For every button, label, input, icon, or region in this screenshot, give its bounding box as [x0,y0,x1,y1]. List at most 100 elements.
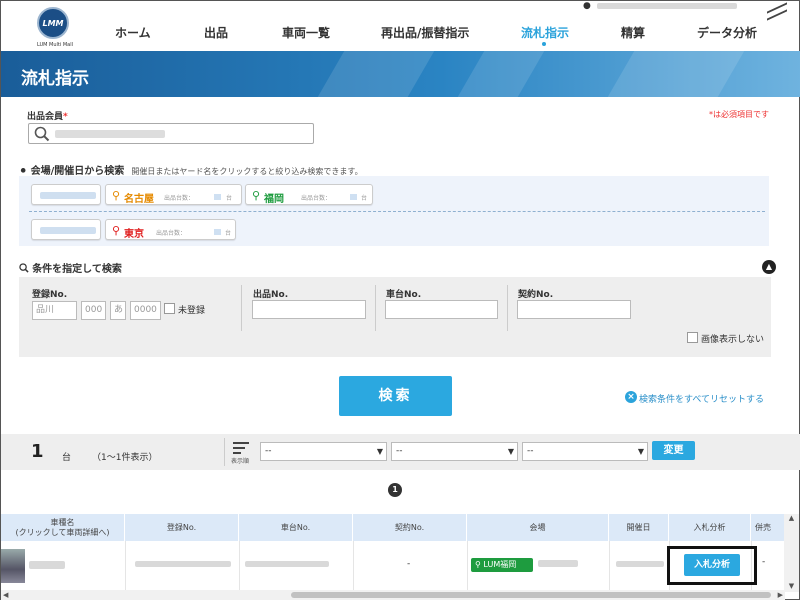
sort-select-3[interactable]: -- ▼ [522,442,648,461]
cell-divider [467,541,468,591]
bid-analysis-button[interactable]: 入札分析 [684,554,740,576]
search-icon [19,263,29,273]
nav-active-indicator [542,42,546,46]
location-pin-icon: ⚲ [475,560,481,569]
count-label: 出品台数： [301,195,332,202]
member-label-text: 出品会員 [27,112,64,122]
unit-label: 台 [226,195,233,202]
col-venue[interactable]: 会場 [467,514,609,541]
close-circle-icon[interactable]: × [625,391,637,403]
date-chip-2[interactable] [31,219,101,240]
venue-badge: ⚲ LUM福岡 [471,558,533,572]
chevron-down-icon: ▼ [637,447,644,456]
scroll-up-icon[interactable]: ▲ [784,514,799,522]
nav-vehicle-list[interactable]: 車両一覧 [282,24,330,42]
page-banner: 流札指示 [1,51,800,97]
required-mark: * [63,112,68,122]
divider [241,285,242,331]
vehicle-thumbnail[interactable] [1,549,25,583]
date-blurred [40,227,96,234]
venue-chip-fukuoka[interactable]: ⚲ 福岡 出品台数： 台 [245,184,373,205]
divider [224,438,225,466]
cell-divider [125,541,126,591]
sort-select-2[interactable]: -- ▼ [391,442,518,461]
nav-home[interactable]: ホーム [115,24,151,42]
date-blurred [616,561,664,567]
menu-icon[interactable] [767,2,787,23]
logo-mark: LMM [37,7,69,39]
sort-icon [233,442,251,454]
scroll-right-icon[interactable]: ▶ [778,590,783,600]
unregistered-checkbox[interactable] [164,303,175,314]
venue-section-header: ⚫ 会場/開催日から検索 開催日またはヤード名をクリックすると絞り込み検索できま… [19,162,363,177]
member-label: 出品会員* [27,109,68,122]
date-blurred [40,192,96,199]
location-pin-icon: ⚲ [112,224,121,237]
nav-relist[interactable]: 再出品/振替指示 [381,24,469,42]
col-date[interactable]: 開催日 [609,514,669,541]
contract-no-label: 契約No. [518,290,554,300]
cell-divider [609,541,610,591]
reg-class-input[interactable]: 000 [81,301,106,320]
venue-name: 東京 [124,229,144,240]
search-icon [34,126,50,142]
page-title: 流札指示 [21,69,89,89]
col-chassis-no[interactable]: 車台No. [239,514,353,541]
location-pin-icon: ⚲ [112,189,121,202]
col-analysis: 入札分析 [669,514,751,541]
user-name-blurred [597,3,737,9]
nav-settlement[interactable]: 精算 [621,24,645,42]
vehicle-name-blurred[interactable] [29,561,65,569]
sort-label: 表示順 [231,458,250,465]
member-search-input[interactable] [28,123,314,144]
user-icon: ● [583,1,591,11]
hide-images-checkbox[interactable] [687,332,698,343]
scroll-left-icon[interactable]: ◀ [3,590,8,600]
table-header: 車種名 (クリックして車両詳細へ) 登録No. 車台No. 契約No. 会場 開… [1,514,791,541]
required-note: *は必須項目です [709,110,769,119]
change-button[interactable]: 変更 [652,441,695,460]
date-chip-1[interactable] [31,184,101,205]
unregistered-label: 未登録 [178,306,206,316]
member-value-blurred [55,130,165,138]
reg-area-input[interactable]: 品川 [32,301,77,320]
venue-chip-nagoya[interactable]: ⚲ 名古屋 出品台数： 台 [105,184,242,205]
cell-divider [353,541,354,591]
scroll-down-icon[interactable]: ▼ [784,582,799,590]
contract-no-value: - [407,559,411,569]
contract-no-input[interactable] [517,300,631,319]
nav-data-analysis[interactable]: データ分析 [697,24,757,42]
horizontal-scroll-thumb[interactable] [291,592,771,598]
search-button[interactable]: 検索 [339,376,452,416]
unit-label: 台 [361,195,368,202]
select-value: -- [527,446,534,456]
chassis-no-input[interactable] [385,300,498,319]
nav-unsold-instruction[interactable]: 流札指示 [521,24,569,42]
select-value: -- [396,446,403,456]
chassis-no-label: 車台No. [386,290,422,300]
sort-select-1[interactable]: -- ▼ [260,442,387,461]
col-contract-no[interactable]: 契約No. [353,514,467,541]
cell-divider [239,541,240,591]
col-model[interactable]: 車種名 (クリックして車両詳細へ) [1,514,125,541]
venue-divider [29,211,765,212]
listing-no-input[interactable] [252,300,366,319]
reset-conditions-link[interactable]: 検索条件をすべてリセットする [639,392,764,405]
venue-chip-tokyo[interactable]: ⚲ 東京 出品台数： 台 [105,219,236,240]
venue-name: 福岡 [264,194,284,205]
nav-listing[interactable]: 出品 [204,24,228,42]
logo-subtitle: LUM Multi Mall [36,42,74,48]
lmm-logo[interactable]: LMM LUM Multi Mall [31,5,79,49]
venue-name: 名古屋 [124,194,154,205]
result-range: （1〜1件表示） [92,453,158,463]
chassis-no-blurred [245,561,329,567]
venue-detail-blurred [538,560,578,567]
collapse-toggle-icon[interactable]: ▲ [762,260,776,274]
reg-number-input[interactable]: 0000 [130,301,161,320]
vertical-scrollbar[interactable]: ▲ ▼ [784,514,799,592]
pagination-current[interactable]: 1 [388,483,402,497]
reg-kana-input[interactable]: あ [110,301,126,320]
concurrent-value: - [762,557,766,567]
col-reg-no[interactable]: 登録No. [125,514,239,541]
count-label: 出品台数： [156,230,187,237]
